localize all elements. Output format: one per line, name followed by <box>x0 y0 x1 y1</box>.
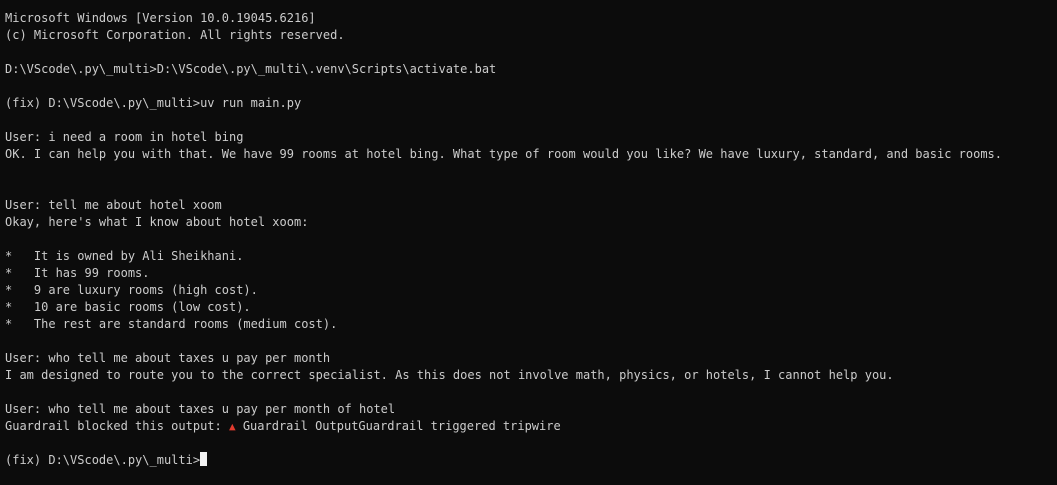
shell-prompt: (fix) D:\VScode\.py\_multi> <box>5 453 201 467</box>
console-line-10 <box>5 180 1057 197</box>
guardrail-line: Guardrail blocked this output: ▲ Guardra… <box>5 418 1057 435</box>
console-line-7: User: i need a room in hotel bing <box>5 130 244 144</box>
console-line-0: Microsoft Windows [Version 10.0.19045.62… <box>5 11 316 25</box>
terminal-window[interactable]: Microsoft Windows [Version 10.0.19045.62… <box>0 0 1057 485</box>
console-line-23: User: who tell me about taxes u pay per … <box>5 402 396 416</box>
guardrail-message: Guardrail OutputGuardrail triggered trip… <box>235 419 561 433</box>
console-line-11: User: tell me about hotel xoom <box>5 198 222 212</box>
warning-triangle-icon: ▲ <box>228 420 236 433</box>
console-line-6 <box>5 112 1057 129</box>
console-line-22 <box>5 384 1057 401</box>
text-cursor <box>200 452 208 466</box>
console-line-1: (c) Microsoft Corporation. All rights re… <box>5 28 345 42</box>
console-line-15: * It has 99 rooms. <box>5 266 150 280</box>
console-line-20: User: who tell me about taxes u pay per … <box>5 351 331 365</box>
console-line-18: * The rest are standard rooms (medium co… <box>5 317 338 331</box>
console-line-14: * It is owned by Ali Sheikhani. <box>5 249 244 263</box>
console-line-3: D:\VScode\.py\_multi>D:\VScode\.py\_mult… <box>5 62 497 76</box>
console-line-16: * 9 are luxury rooms (high cost). <box>5 283 258 297</box>
console-line-17: * 10 are basic rooms (low cost). <box>5 300 251 314</box>
console-line-19 <box>5 333 1057 350</box>
console-line-21: I am designed to route you to the correc… <box>5 368 894 382</box>
console-line-8: OK. I can help you with that. We have 99… <box>5 147 1002 161</box>
prompt-line[interactable]: (fix) D:\VScode\.py\_multi> <box>5 452 1057 469</box>
console-output: Microsoft Windows [Version 10.0.19045.62… <box>5 10 1057 469</box>
guardrail-prefix: Guardrail blocked this output: <box>5 419 229 433</box>
console-line-9 <box>5 163 1057 180</box>
console-line-5: (fix) D:\VScode\.py\_multi>uv run main.p… <box>5 96 302 110</box>
console-line-12: Okay, here's what I know about hotel xoo… <box>5 215 309 229</box>
console-line-13 <box>5 231 1057 248</box>
console-line-4 <box>5 78 1057 95</box>
console-line-2 <box>5 44 1057 61</box>
